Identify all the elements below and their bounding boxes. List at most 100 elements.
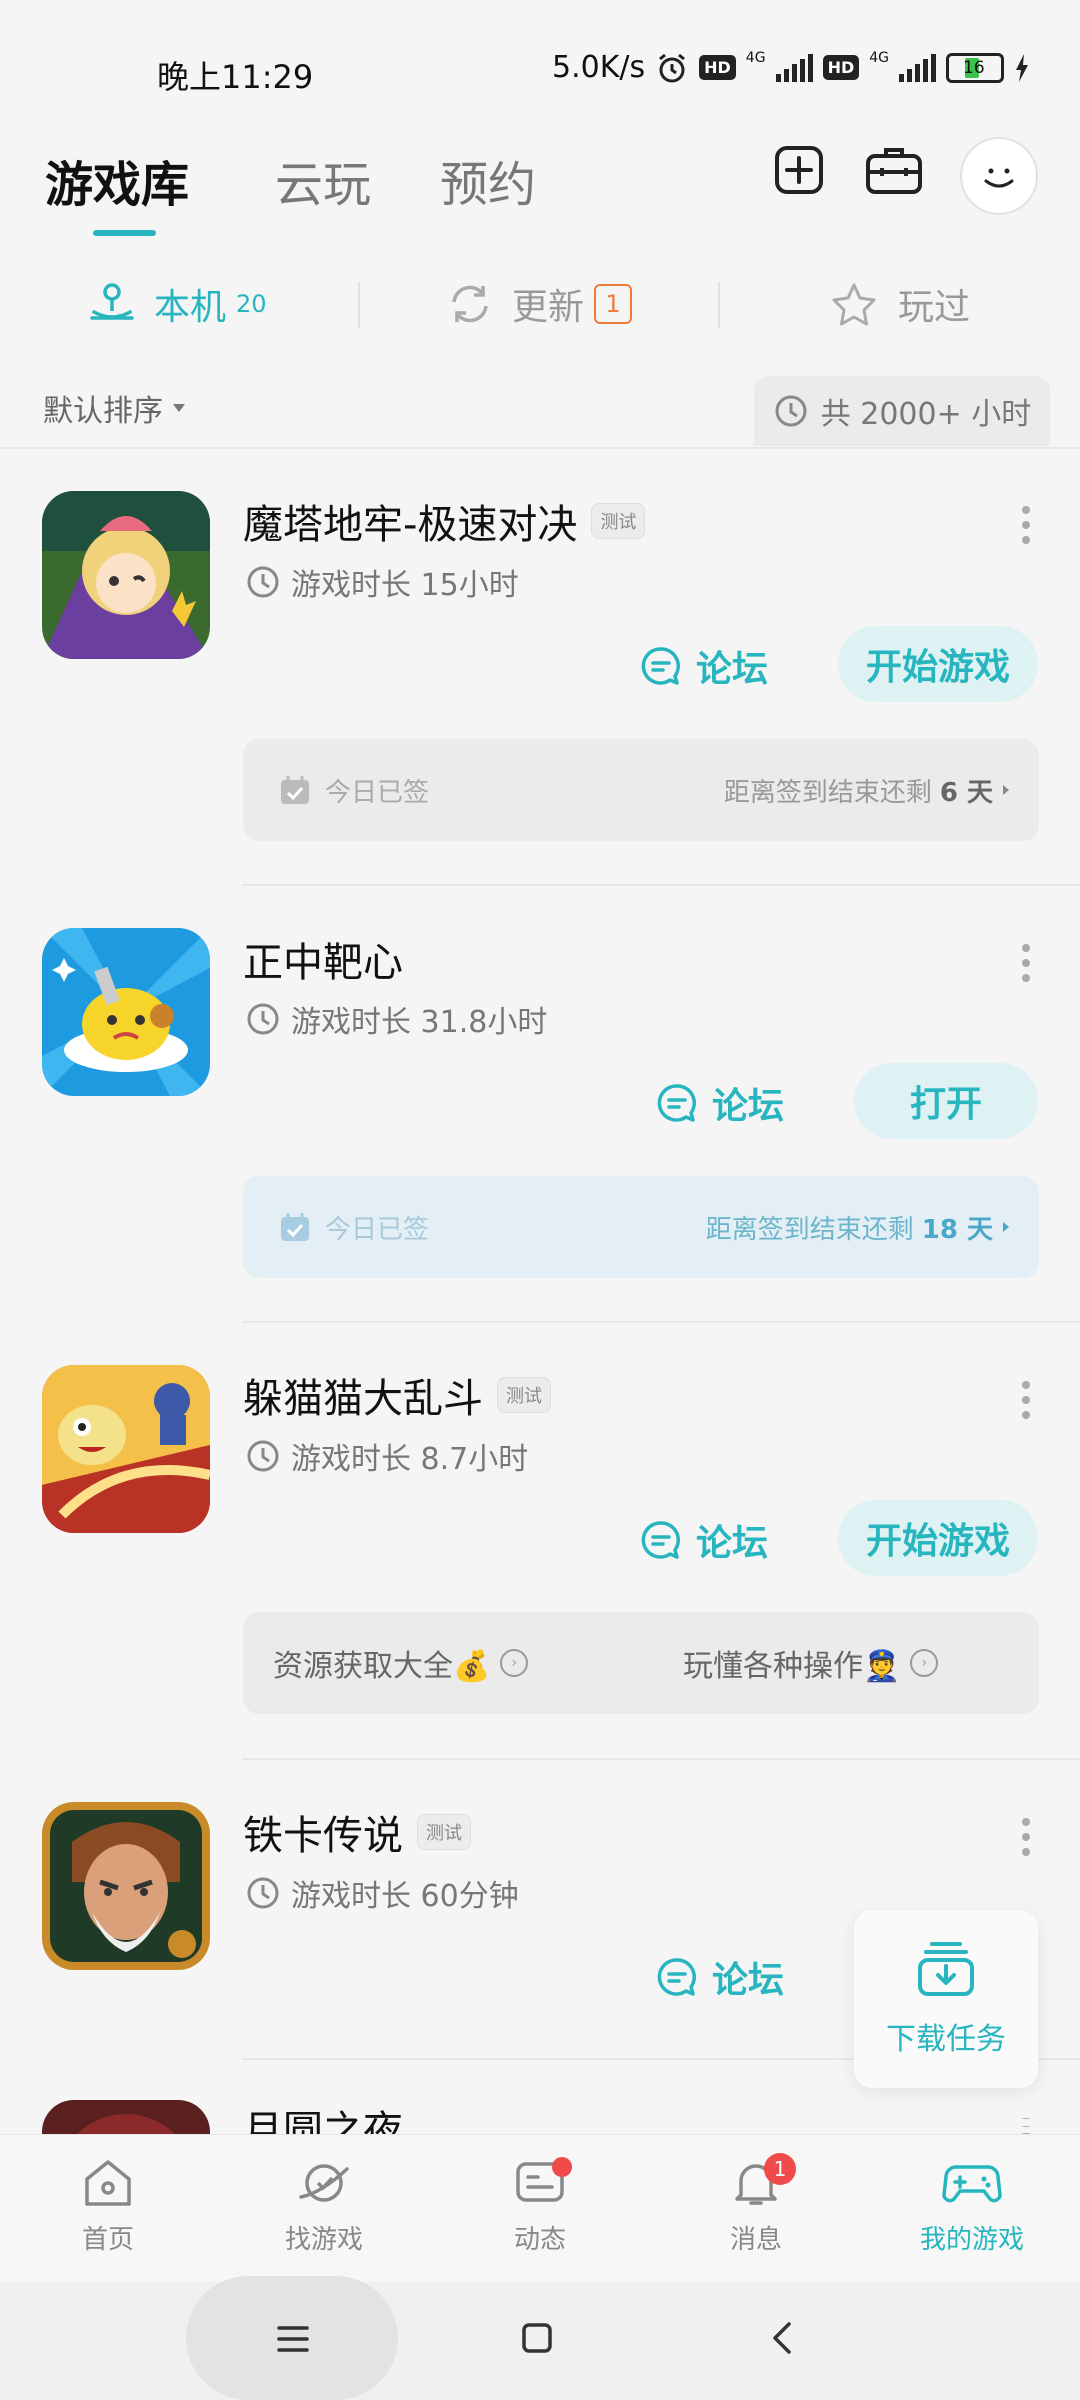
- download-task-button[interactable]: 下载任务: [854, 1910, 1038, 2088]
- game-title[interactable]: 魔塔地牢-极速对决 测试: [243, 492, 646, 550]
- battery-icon: 16: [946, 52, 1004, 83]
- game-title-text: 躲猫猫大乱斗: [243, 1376, 483, 1422]
- more-icon[interactable]: [1022, 2118, 1032, 2134]
- nav-my-games[interactable]: 我的游戏: [864, 2135, 1080, 2283]
- signin-status: 今日已签: [325, 1214, 430, 1245]
- hd-icon: HD: [699, 55, 736, 80]
- open-button[interactable]: 打开: [854, 1063, 1038, 1139]
- game-icon-duomaomao[interactable]: [42, 1365, 210, 1533]
- dropdown-triangle-icon: [173, 404, 185, 412]
- divider: [358, 282, 360, 328]
- subtab-played-label: 玩过: [898, 287, 971, 328]
- forum-label: 论坛: [712, 1086, 785, 1127]
- chat-bubble-icon: [641, 647, 680, 685]
- network-type: 4G: [869, 50, 889, 66]
- nav-label: 动态: [513, 2225, 566, 2255]
- nav-find-games[interactable]: 找游戏: [216, 2135, 432, 2283]
- battery-level: 16: [963, 57, 985, 78]
- game-title[interactable]: 月圆之夜: [243, 2098, 403, 2134]
- sort-dropdown[interactable]: 默认排序: [43, 386, 187, 430]
- tab-reservation[interactable]: 预约: [440, 145, 536, 215]
- notification-dot: [552, 2157, 572, 2177]
- signin-banner[interactable]: 今日已签 距离签到结束还剩 6 天: [243, 739, 1039, 841]
- playtime-text: 游戏时长 8.7小时: [291, 1442, 529, 1477]
- status-time: 晚上11:29: [157, 58, 314, 96]
- divider: [242, 1758, 1080, 1760]
- game-title-text: 魔塔地牢-极速对决: [243, 502, 578, 548]
- total-hours: 共 2000+ 小时: [820, 397, 1032, 432]
- playtime-text: 游戏时长 31.8小时: [291, 1005, 548, 1040]
- signin-status: 今日已签: [325, 777, 430, 808]
- subtab-update[interactable]: 更新 1: [446, 278, 633, 330]
- more-icon[interactable]: [1022, 944, 1032, 982]
- start-game-button[interactable]: 开始游戏: [838, 626, 1038, 702]
- game-title[interactable]: 正中靶心: [243, 930, 403, 988]
- subtab-local[interactable]: 本机 20: [88, 278, 267, 330]
- avatar[interactable]: [960, 137, 1038, 215]
- playtime-text: 游戏时长 15小时: [291, 568, 519, 603]
- game-icon-mota[interactable]: [42, 491, 210, 659]
- more-icon[interactable]: [1022, 1818, 1032, 1856]
- tab-game-library[interactable]: 游戏库: [45, 145, 189, 215]
- forum-label: 论坛: [712, 1960, 785, 2001]
- playtime: 游戏时长 31.8小时: [245, 997, 547, 1041]
- game-icon-yueyuan[interactable]: [42, 2100, 210, 2134]
- clock-icon: [247, 566, 279, 598]
- more-icon[interactable]: [1022, 506, 1032, 544]
- forum-button[interactable]: 论坛: [640, 640, 768, 692]
- circle-arrow-icon: ›: [910, 1649, 939, 1677]
- nav-home[interactable]: 首页: [0, 2135, 216, 2283]
- nav-label: 找游戏: [284, 2225, 363, 2255]
- home-square-icon[interactable]: [521, 2322, 553, 2354]
- tab-cloud-play[interactable]: 云玩: [275, 145, 371, 215]
- divider: [242, 884, 1080, 886]
- forum-label: 论坛: [696, 649, 769, 690]
- signal-icon: [775, 53, 813, 82]
- game-title[interactable]: 躲猫猫大乱斗 测试: [243, 1366, 551, 1424]
- divider: [242, 1321, 1080, 1323]
- download-tray-icon: [918, 1942, 974, 1996]
- guide-link[interactable]: 资源获取大全💰 ›: [273, 1641, 683, 1685]
- subtab-local-count: 20: [236, 290, 267, 318]
- joystick-icon: [90, 283, 134, 320]
- menu-icon[interactable]: [276, 2324, 310, 2354]
- calendar-check-icon: [281, 1213, 309, 1241]
- subtab-played[interactable]: 玩过: [830, 278, 970, 330]
- more-icon[interactable]: [1022, 1381, 1032, 1419]
- guide-banner: 资源获取大全💰 › 玩懂各种操作👮 ›: [243, 1612, 1039, 1714]
- total-hours-pill: 共 2000+ 小时: [754, 376, 1050, 446]
- star-icon: [832, 283, 876, 326]
- forum-button[interactable]: 论坛: [656, 1077, 784, 1129]
- guide-label: 资源获取大全💰: [273, 1649, 491, 1684]
- divider: [0, 447, 1080, 449]
- signin-remaining-label: 距离签到结束还剩: [705, 1214, 914, 1245]
- nav-messages[interactable]: 1 消息: [648, 2135, 864, 2283]
- forum-label: 论坛: [696, 1523, 769, 1564]
- playtime: 游戏时长 60分钟: [245, 1871, 519, 1915]
- clock-icon: [247, 1003, 279, 1035]
- gamepad-icon: [942, 2165, 1002, 2203]
- nav-feed[interactable]: 动态: [432, 2135, 648, 2283]
- forum-button[interactable]: 论坛: [656, 1951, 784, 2003]
- add-icon[interactable]: [769, 140, 829, 200]
- back-icon[interactable]: [770, 2320, 794, 2356]
- alarm-icon: [659, 53, 686, 82]
- home-icon: [85, 2160, 131, 2206]
- test-tag: 测试: [417, 1814, 471, 1850]
- guide-label: 玩懂各种操作👮: [683, 1649, 901, 1684]
- network-type: 4G: [745, 50, 766, 66]
- divider: [718, 282, 720, 328]
- guide-link[interactable]: 玩懂各种操作👮 ›: [683, 1641, 939, 1685]
- hd-icon: HD: [822, 55, 860, 80]
- net-speed: 5.0K/s: [552, 50, 646, 85]
- circle-arrow-icon: ›: [500, 1649, 529, 1677]
- sort-label: 默认排序: [43, 394, 163, 429]
- signin-banner[interactable]: 今日已签 距离签到结束还剩 18 天: [243, 1176, 1039, 1278]
- forum-button[interactable]: 论坛: [640, 1514, 768, 1566]
- game-title[interactable]: 铁卡传说 测试: [243, 1803, 471, 1861]
- game-icon-tieka[interactable]: [42, 1802, 210, 1970]
- start-game-button[interactable]: 开始游戏: [838, 1500, 1038, 1576]
- chevron-right-icon: [1003, 1222, 1009, 1232]
- game-icon-zhengzhong[interactable]: [42, 928, 210, 1096]
- toolbox-icon[interactable]: [864, 140, 924, 200]
